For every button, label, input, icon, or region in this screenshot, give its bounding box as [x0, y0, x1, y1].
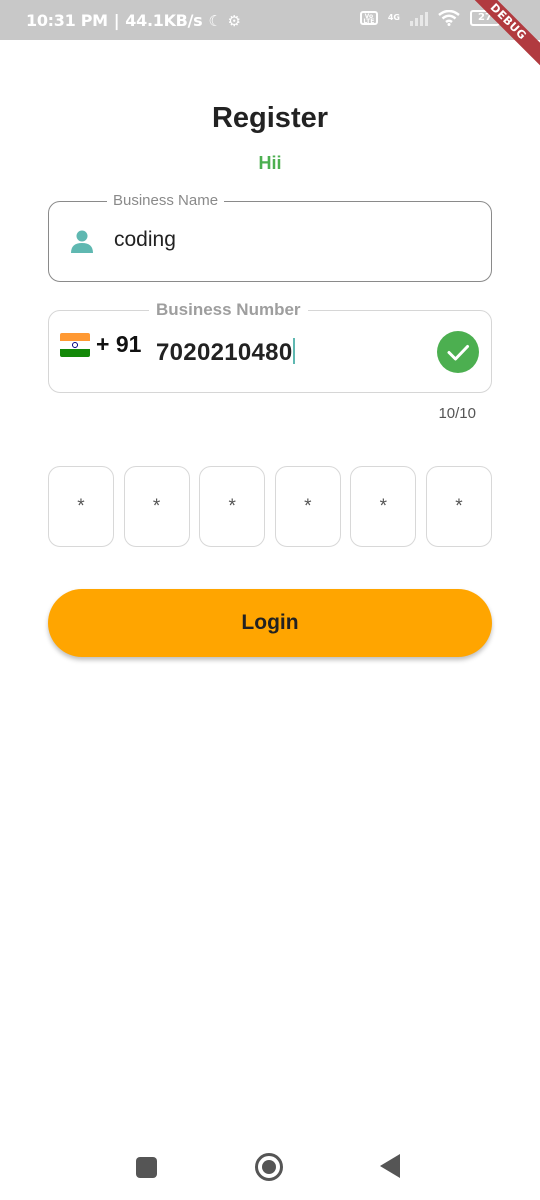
- login-button[interactable]: Login: [48, 589, 492, 657]
- status-net-speed: 44.1KB/s: [125, 11, 203, 30]
- network-type: 4G: [387, 13, 400, 22]
- otp-box-3[interactable]: *: [199, 466, 266, 547]
- otp-box-1[interactable]: *: [48, 466, 114, 547]
- india-flag-icon[interactable]: [60, 333, 90, 357]
- wifi-icon: [438, 10, 460, 26]
- country-code[interactable]: + 91: [96, 331, 141, 358]
- gear-icon: ⚙: [227, 11, 241, 30]
- otp-input-row: * * * * * *: [48, 466, 492, 547]
- otp-box-2[interactable]: *: [123, 466, 190, 547]
- check-circle-icon: [437, 331, 479, 373]
- person-icon: [71, 230, 93, 253]
- otp-box-5[interactable]: *: [350, 466, 417, 547]
- navigation-bar: [0, 1130, 540, 1200]
- business-number-field[interactable]: Business Number + 91 7020210480: [48, 300, 492, 393]
- business-name-label: Business Name: [107, 192, 225, 209]
- status-separator: |: [113, 11, 120, 30]
- moon-icon: ☾: [208, 11, 222, 30]
- back-icon[interactable]: [380, 1154, 400, 1178]
- status-bar: 10:31 PM | 44.1KB/s ☾ ⚙ Vo LTE 4G 27: [0, 0, 540, 40]
- status-time: 10:31 PM: [26, 11, 108, 30]
- status-right: Vo LTE 4G 27: [359, 10, 500, 26]
- character-counter: 10/10: [438, 405, 476, 422]
- status-left: 10:31 PM | 44.1KB/s ☾ ⚙: [26, 11, 241, 30]
- volte-icon: Vo LTE: [359, 11, 378, 25]
- signal-icon: [410, 10, 428, 26]
- business-number-value: 7020210480: [156, 339, 293, 366]
- text-caret: [293, 338, 296, 364]
- page-subtitle: Hii: [258, 153, 282, 173]
- page-title: Register: [211, 102, 329, 134]
- home-icon[interactable]: [255, 1153, 283, 1181]
- business-number-input[interactable]: 7020210480: [156, 338, 296, 367]
- business-number-label: Business Number: [149, 300, 308, 320]
- recent-apps-icon[interactable]: [136, 1157, 157, 1178]
- business-name-field[interactable]: Business Name coding: [48, 192, 492, 282]
- business-name-input[interactable]: coding: [114, 228, 176, 252]
- otp-box-6[interactable]: *: [425, 466, 492, 547]
- otp-box-4[interactable]: *: [274, 466, 341, 547]
